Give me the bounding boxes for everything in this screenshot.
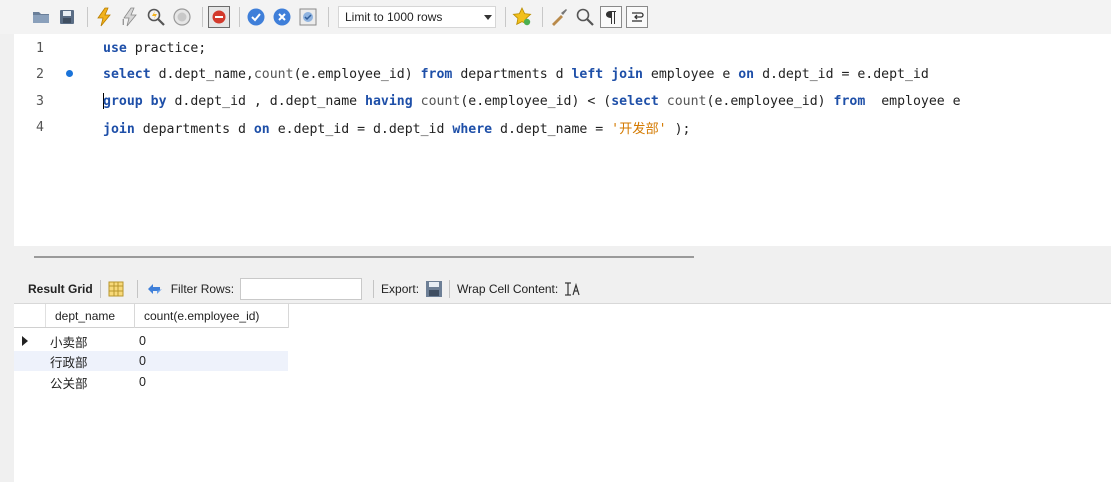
result-toolbar: Result Grid Filter Rows: Export: Wrap Ce… (14, 274, 1111, 304)
line-number: 3 (36, 93, 44, 109)
editor-line[interactable]: 4 join departments d on e.dept_id = d.de… (14, 114, 1111, 140)
table-row[interactable]: 公关部 0 (14, 372, 288, 392)
grid-header: dept_name count(e.employee_id) (14, 304, 289, 328)
code-text: use practice; (103, 40, 207, 56)
find-icon[interactable] (574, 6, 596, 28)
toolbar-separator (99, 279, 101, 298)
limit-rows-select[interactable]: Limit to 1000 rows (338, 6, 496, 28)
table-cell[interactable]: 公关部 (46, 373, 134, 392)
rollback-icon[interactable] (271, 6, 293, 28)
toolbar-separator (542, 7, 543, 27)
left-gutter-strip (0, 34, 14, 482)
toolbar-separator (505, 7, 506, 27)
editor-line[interactable]: 1 use practice; (14, 35, 1111, 61)
splitter-handle[interactable] (34, 256, 694, 258)
toolbar-separator (373, 279, 375, 298)
row-pointer-icon (14, 331, 46, 351)
stop-icon[interactable] (171, 6, 193, 28)
chevron-down-icon[interactable] (481, 14, 495, 20)
code-text: group by d.dept_id , d.dept_name having … (103, 93, 961, 109)
open-folder-icon[interactable] (30, 6, 52, 28)
star-icon[interactable] (511, 6, 533, 28)
code-text: select d.dept_name,count(e.employee_id) … (103, 66, 929, 82)
column-header-dept-name[interactable]: dept_name (46, 304, 135, 328)
toggle-error-icon[interactable] (208, 6, 230, 28)
table-cell[interactable]: 小卖部 (46, 332, 134, 351)
execute-current-icon[interactable]: I (119, 6, 141, 28)
result-grid[interactable]: dept_name count(e.employee_id) 小卖部 0 行政部… (14, 304, 1111, 482)
editor-line[interactable]: 3 group by d.dept_id , d.dept_name havin… (14, 88, 1111, 114)
toolbar-separator (328, 7, 329, 27)
limit-rows-value: Limit to 1000 rows (345, 10, 443, 24)
wrap-cell-content-label: Wrap Cell Content: (457, 281, 559, 296)
toolbar-separator (449, 279, 451, 298)
filter-rows-label: Filter Rows: (170, 281, 235, 296)
row-header-corner (14, 304, 46, 327)
toolbar-separator (239, 7, 240, 27)
beautify-icon[interactable] (548, 6, 570, 28)
editor-line[interactable]: 2 select d.dept_name,count(e.employee_id… (14, 61, 1111, 87)
column-header-count[interactable]: count(e.employee_id) (135, 304, 289, 328)
line-number: 4 (36, 119, 44, 135)
panel-splitter[interactable] (14, 246, 1111, 274)
code-text: join departments d on e.dept_id = d.dept… (103, 121, 691, 137)
table-row[interactable]: 小卖部 0 (14, 331, 288, 351)
export-label: Export: (381, 281, 420, 296)
execute-icon[interactable] (93, 6, 115, 28)
table-cell[interactable]: 0 (134, 375, 288, 389)
line-number: 2 (36, 66, 44, 82)
toolbar-separator (87, 7, 88, 27)
autocommit-icon[interactable] (297, 6, 319, 28)
export-icon[interactable] (425, 280, 443, 298)
grid-layout-icon[interactable] (108, 281, 124, 297)
commit-icon[interactable] (245, 6, 267, 28)
svg-text:I: I (122, 18, 124, 27)
filter-rows-input[interactable] (240, 277, 363, 300)
table-cell[interactable]: 行政部 (46, 352, 134, 371)
refresh-icon[interactable] (145, 281, 165, 297)
save-icon[interactable] (56, 6, 78, 28)
statement-marker-icon (66, 70, 73, 77)
table-cell[interactable]: 0 (134, 354, 288, 368)
toolbar-separator (136, 279, 138, 298)
toolbar-separator (202, 7, 203, 27)
table-row[interactable]: 行政部 0 (14, 351, 288, 371)
table-cell[interactable]: 0 (134, 334, 288, 348)
wrap-cell-content-icon[interactable] (564, 281, 580, 296)
wrap-icon[interactable] (626, 6, 648, 28)
line-number: 1 (36, 40, 44, 56)
sql-editor-toolbar: I Limit to 1000 rows (0, 0, 1111, 34)
result-grid-tab[interactable]: Result Grid (28, 282, 93, 296)
explain-icon[interactable] (145, 6, 167, 28)
invisible-chars-icon[interactable] (600, 6, 622, 28)
sql-editor[interactable]: 1 use practice; 2 select d.dept_name,cou… (14, 34, 1111, 246)
